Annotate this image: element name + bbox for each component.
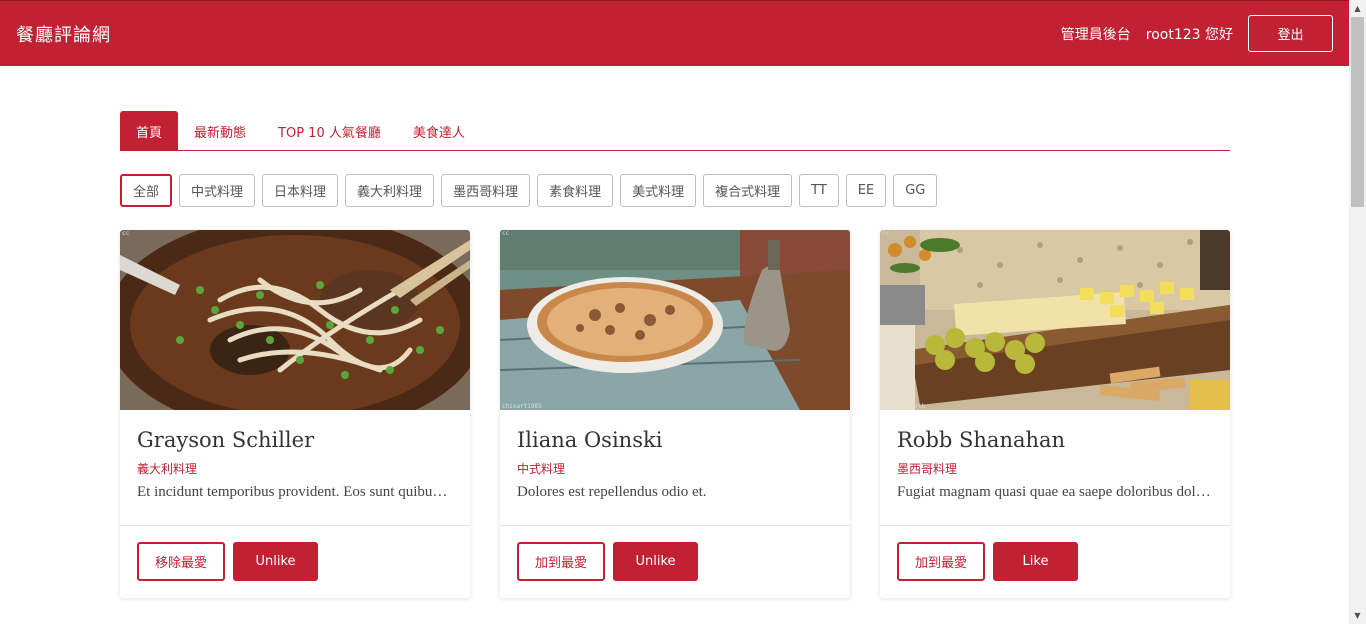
category-vegetarian[interactable]: 素食料理 (537, 174, 614, 207)
scroll-down-icon[interactable]: ▼ (1349, 607, 1366, 624)
restaurant-card: cc chixart1985 Iliana Osinski 中式料理 Dolor… (500, 230, 850, 598)
main-tabs: 首頁 最新動態 TOP 10 人氣餐廳 美食達人 (120, 111, 1230, 151)
restaurant-description: Dolores est repellendus odio et. (517, 484, 707, 500)
restaurant-name[interactable]: Robb Shanahan (897, 428, 1213, 452)
category-american[interactable]: 美式料理 (620, 174, 697, 207)
restaurant-card: cc sarahstierch Robb Shanahan 墨西哥料理 Fugi… (880, 230, 1230, 598)
cheese-platter-image (880, 230, 1230, 410)
favorite-button[interactable]: 加到最愛 (897, 542, 985, 581)
image-credit: chixart1985 (502, 403, 542, 410)
category-chinese[interactable]: 中式料理 (179, 174, 256, 207)
restaurant-name[interactable]: Grayson Schiller (137, 428, 453, 452)
brand-logo[interactable]: 餐廳評論網 (16, 21, 111, 47)
favorite-button[interactable]: 加到最愛 (517, 542, 605, 581)
category-japanese[interactable]: 日本料理 (262, 174, 339, 207)
image-license-label: cc (882, 230, 890, 237)
pizza-image (500, 230, 850, 410)
category-gg[interactable]: GG (893, 174, 938, 207)
restaurant-cards: cc Grayson Schiller 義大利料理 Et incidunt te… (120, 230, 1230, 598)
card-body: Iliana Osinski 中式料理 Dolores est repellen… (500, 410, 850, 526)
tab-top10[interactable]: TOP 10 人氣餐廳 (262, 111, 397, 151)
like-button[interactable]: Unlike (233, 542, 318, 581)
category-ee[interactable]: EE (845, 174, 887, 207)
category-filter: 全部 中式料理 日本料理 義大利料理 墨西哥料理 素食料理 美式料理 複合式料理… (120, 174, 1230, 208)
scroll-thumb[interactable] (1351, 17, 1364, 207)
card-actions: 加到最愛 Unlike (500, 526, 850, 597)
category-italian[interactable]: 義大利料理 (345, 174, 435, 207)
scroll-up-icon[interactable]: ▲ (1349, 0, 1366, 17)
image-license-label: cc (122, 230, 130, 237)
restaurant-name[interactable]: Iliana Osinski (517, 428, 833, 452)
card-actions: 移除最愛 Unlike (120, 526, 470, 597)
top-navbar: 餐廳評論網 管理員後台 root123 您好 登出 (0, 0, 1349, 66)
noodle-soup-image (120, 230, 470, 410)
category-mexican[interactable]: 墨西哥料理 (441, 174, 531, 207)
category-fusion[interactable]: 複合式料理 (703, 174, 793, 207)
user-greeting: root123 您好 (1145, 26, 1233, 43)
category-tt[interactable]: TT (799, 174, 839, 207)
restaurant-category: 墨西哥料理 (897, 462, 958, 476)
tab-gourmets[interactable]: 美食達人 (397, 111, 481, 151)
page-scrollbar[interactable]: ▲ ▼ (1349, 0, 1366, 624)
restaurant-description: Et incidunt temporibus provident. Eos su… (137, 484, 453, 500)
card-actions: 加到最愛 Like (880, 526, 1230, 597)
admin-link[interactable]: 管理員後台 (1061, 24, 1131, 44)
restaurant-image[interactable]: cc (120, 230, 470, 410)
restaurant-card: cc Grayson Schiller 義大利料理 Et incidunt te… (120, 230, 470, 598)
image-credit: sarahstierch (882, 403, 926, 410)
like-button[interactable]: Unlike (613, 542, 698, 581)
card-body: Grayson Schiller 義大利料理 Et incidunt tempo… (120, 410, 470, 526)
tab-latest[interactable]: 最新動態 (178, 111, 262, 151)
image-license-label: cc (502, 230, 510, 237)
restaurant-category: 義大利料理 (137, 462, 198, 476)
restaurant-image[interactable]: cc chixart1985 (500, 230, 850, 410)
tab-home[interactable]: 首頁 (120, 111, 179, 151)
restaurant-category: 中式料理 (517, 462, 566, 476)
restaurant-description: Fugiat magnam quasi quae ea saepe dolori… (897, 484, 1213, 500)
logout-button[interactable]: 登出 (1248, 15, 1333, 52)
navbar-right: 管理員後台 root123 您好 登出 (1061, 15, 1333, 52)
card-body: Robb Shanahan 墨西哥料理 Fugiat magnam quasi … (880, 410, 1230, 526)
restaurant-image[interactable]: cc sarahstierch (880, 230, 1230, 410)
category-all[interactable]: 全部 (120, 174, 173, 207)
main-content: 首頁 最新動態 TOP 10 人氣餐廳 美食達人 全部 中式料理 日本料理 義大… (120, 111, 1230, 598)
favorite-button[interactable]: 移除最愛 (137, 542, 225, 581)
like-button[interactable]: Like (993, 542, 1078, 581)
